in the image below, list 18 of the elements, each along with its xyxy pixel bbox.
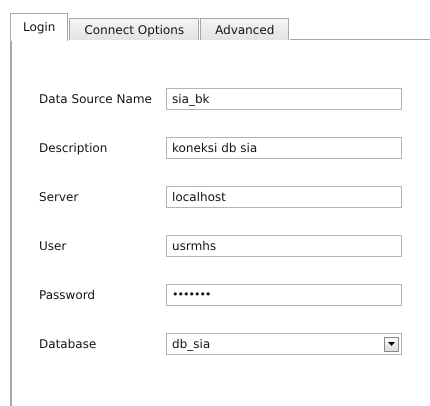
field-label: User xyxy=(39,239,68,253)
field-label: Server xyxy=(39,190,80,204)
tab[interactable]: Connect Options xyxy=(69,18,200,40)
tab[interactable]: Login xyxy=(10,13,68,41)
input-field[interactable]: localhost xyxy=(166,186,402,208)
input-field[interactable]: koneksi db sia xyxy=(166,137,402,159)
tab[interactable]: Advanced xyxy=(200,18,290,40)
field-label: Password xyxy=(39,288,96,302)
field-label: Description xyxy=(39,141,108,155)
input-field[interactable]: sia_bk xyxy=(166,88,402,110)
input-field[interactable]: usrmhs xyxy=(166,235,402,257)
password-field[interactable]: ••••••• xyxy=(166,284,402,306)
dropdown[interactable]: db_sia xyxy=(166,333,402,355)
dropdown-button[interactable] xyxy=(384,336,399,352)
field-label: Database xyxy=(39,337,98,351)
caret-icon xyxy=(388,342,395,346)
field-label: Data Source Name xyxy=(39,92,153,106)
dropdown-value: db_sia xyxy=(172,336,210,353)
